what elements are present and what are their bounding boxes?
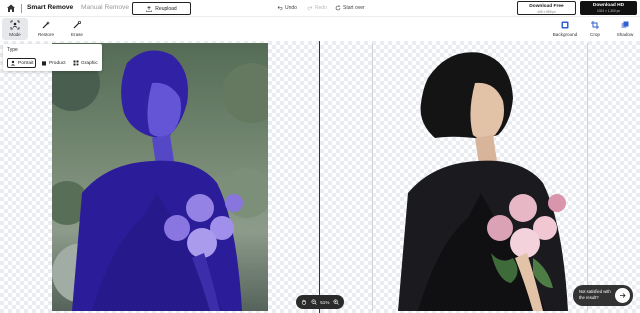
tool-restore-label: Restore xyxy=(37,32,55,37)
type-option-graphic[interactable]: Graphic xyxy=(71,58,100,68)
zoom-in-icon[interactable] xyxy=(333,299,339,305)
download-free-title: Download Free xyxy=(529,4,564,9)
background-icon xyxy=(561,21,569,29)
original-image-with-mask[interactable] xyxy=(52,43,268,311)
type-panel-title: Type xyxy=(7,47,18,53)
restore-brush-icon xyxy=(42,21,50,29)
download-hd-button[interactable]: Download HD 1024 × 1,300 px xyxy=(580,1,637,15)
reupload-button[interactable]: Reupload xyxy=(132,2,191,15)
tool-restore[interactable]: Restore xyxy=(33,20,59,37)
tool-mode-label: Mode xyxy=(9,32,21,37)
toolbar: Mode Restore Erase Background Crop Shado… xyxy=(0,17,640,41)
tool-shadow-label: Shadow xyxy=(616,32,634,37)
tool-erase-label: Erase xyxy=(70,32,83,37)
portrait-icon xyxy=(10,60,16,66)
home-icon[interactable] xyxy=(6,3,16,13)
result-image[interactable] xyxy=(372,43,588,311)
redo-icon xyxy=(307,5,313,11)
tool-shadow[interactable]: Shadow xyxy=(612,20,638,37)
type-option-portrait-label: Portrait xyxy=(18,60,34,66)
graphic-icon xyxy=(73,60,79,66)
zoom-level: 51% xyxy=(320,299,330,305)
masked-portrait-illustration xyxy=(52,43,268,311)
hand-pan-icon[interactable] xyxy=(301,299,307,305)
download-free-size: 449 × 559 px xyxy=(537,10,556,14)
tool-background-label: Background xyxy=(552,32,578,37)
crop-icon xyxy=(591,21,599,29)
upload-icon xyxy=(146,5,153,12)
compare-divider[interactable] xyxy=(319,41,320,313)
undo-label: Undo xyxy=(285,5,297,11)
download-free-button[interactable]: Download Free 449 × 559 px xyxy=(517,1,576,15)
tool-erase[interactable]: Erase xyxy=(64,20,90,37)
tool-mode[interactable]: Mode xyxy=(2,18,28,40)
type-option-product[interactable]: Product xyxy=(39,58,68,68)
download-hd-title: Download HD xyxy=(592,3,625,8)
tab-smart-remove[interactable]: Smart Remove xyxy=(27,4,73,11)
start-over-button[interactable]: Start over xyxy=(335,5,365,11)
reupload-label: Reupload xyxy=(155,5,177,12)
tool-background[interactable]: Background xyxy=(550,20,580,37)
tool-crop-label: Crop xyxy=(590,32,600,37)
tab-manual-remove[interactable]: Manual Remove xyxy=(81,4,129,11)
undo-button[interactable]: Undo xyxy=(277,5,297,11)
type-option-product-label: Product xyxy=(49,60,66,66)
cutout-portrait-illustration xyxy=(398,52,568,311)
shadow-icon xyxy=(621,21,629,28)
eraser-icon xyxy=(73,20,82,29)
feedback-go-button[interactable] xyxy=(615,288,630,303)
refresh-icon xyxy=(335,5,341,11)
type-panel: Type Portrait Product Graphic xyxy=(3,44,102,71)
redo-button[interactable]: Redo xyxy=(307,5,327,11)
type-option-graphic-label: Graphic xyxy=(81,60,98,66)
zoom-out-icon[interactable] xyxy=(311,299,317,305)
start-over-label: Start over xyxy=(343,5,365,11)
download-hd-size: 1024 × 1,300 px xyxy=(597,9,620,13)
redo-label: Redo xyxy=(315,5,327,11)
feedback-prompt[interactable]: Not satisfied with the result? xyxy=(573,285,633,306)
type-option-portrait[interactable]: Portrait xyxy=(7,58,37,68)
top-bar: Smart Remove Manual Remove Reupload Undo… xyxy=(0,0,640,17)
arrow-right-icon xyxy=(620,293,626,298)
scan-icon xyxy=(10,20,20,30)
undo-icon xyxy=(277,5,283,11)
header-separator xyxy=(21,4,22,13)
product-icon xyxy=(42,61,46,66)
zoom-control: 51% xyxy=(296,295,344,309)
tool-crop[interactable]: Crop xyxy=(583,20,607,37)
